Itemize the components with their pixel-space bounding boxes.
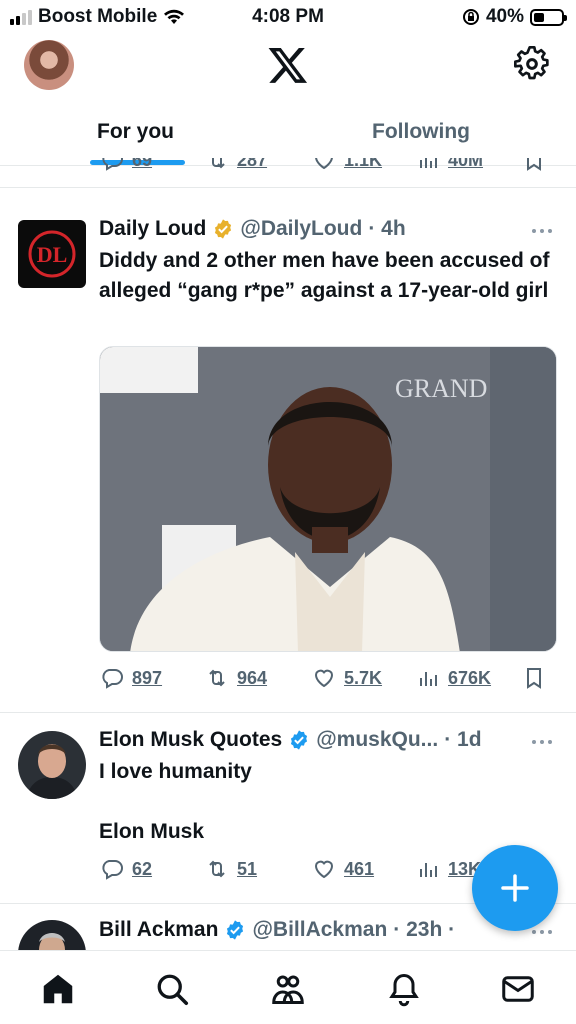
tweet-text-line-2: Elon Musk xyxy=(99,820,205,843)
reply-count: 62 xyxy=(132,858,153,879)
author-name[interactable]: Elon Musk Quotes xyxy=(99,728,282,752)
battery-group: 40% xyxy=(462,6,567,28)
repost-count: 964 xyxy=(237,667,268,688)
elon-quotes-avatar[interactable] xyxy=(18,731,86,799)
author-handle[interactable]: @BillAckman xyxy=(252,918,387,942)
repost-icon xyxy=(209,860,225,878)
repost-icon xyxy=(212,158,225,169)
views-action[interactable]: 13K xyxy=(416,857,481,881)
daily-loud-avatar[interactable]: DL xyxy=(18,220,86,288)
tweet-image[interactable]: GRAND xyxy=(99,346,557,652)
views-icon xyxy=(420,863,437,877)
reply-icon xyxy=(102,669,123,689)
search-icon[interactable] xyxy=(154,971,190,1007)
repost-action[interactable]: 964 xyxy=(205,666,267,690)
previous-tweet-actions: 69 287 1.1K 40M xyxy=(0,158,576,188)
like-action[interactable]: 1.1K xyxy=(312,158,382,172)
gold-verified-icon xyxy=(215,219,232,239)
gear-icon[interactable] xyxy=(512,44,552,84)
status-bar: Boost Mobile 4:08 PM 40% xyxy=(0,0,576,34)
tweet-time: · 1d xyxy=(444,728,482,751)
tweet-actions: 897 964 5.7K 676K xyxy=(0,666,576,698)
like-count: 461 xyxy=(344,858,375,879)
reply-icon xyxy=(102,158,123,171)
tab-following[interactable]: Following xyxy=(372,120,470,144)
views-icon xyxy=(420,672,437,686)
profile-avatar[interactable] xyxy=(24,40,74,90)
reply-action[interactable]: 897 xyxy=(100,666,162,690)
reply-action[interactable]: 62 xyxy=(100,857,152,881)
like-count: 5.7K xyxy=(344,667,383,688)
more-icon[interactable] xyxy=(530,227,554,235)
reply-count: 897 xyxy=(132,667,163,688)
tab-for-you[interactable]: For you xyxy=(97,120,174,144)
tweet-header: Elon Musk Quotes @muskQu... · 1d xyxy=(99,728,482,752)
like-action[interactable]: 5.7K xyxy=(312,666,382,690)
tweet-time: · 23h · xyxy=(393,918,456,941)
tweet-time: · 4h xyxy=(368,217,406,240)
tweet-text-line-1: I love humanity xyxy=(99,760,252,783)
repost-count: 287 xyxy=(237,158,268,170)
notifications-icon[interactable] xyxy=(386,971,422,1007)
more-icon[interactable] xyxy=(530,928,554,936)
repost-action[interactable]: 287 xyxy=(205,158,267,172)
bookmark-icon xyxy=(527,158,541,171)
bookmark-action[interactable] xyxy=(522,158,546,172)
author-handle[interactable]: @DailyLoud xyxy=(240,217,362,241)
view-count: 40M xyxy=(448,158,484,170)
more-icon[interactable] xyxy=(530,738,554,746)
blue-verified-icon xyxy=(291,730,308,750)
x-logo-icon[interactable] xyxy=(266,44,310,86)
author-name[interactable]: Daily Loud xyxy=(99,217,206,241)
messages-icon[interactable] xyxy=(500,971,536,1007)
views-action[interactable]: 676K xyxy=(416,666,491,690)
heart-icon xyxy=(315,158,333,170)
blue-verified-icon xyxy=(227,920,244,940)
plus-icon xyxy=(501,874,529,902)
communities-icon[interactable] xyxy=(270,971,306,1007)
views-icon xyxy=(420,158,437,168)
backdrop-text: GRAND xyxy=(395,374,487,403)
heart-icon xyxy=(314,669,334,688)
tweet-header: Daily Loud @DailyLoud · 4h xyxy=(99,217,406,241)
tweet-header: Bill Ackman @BillAckman · 23h · xyxy=(99,918,455,942)
repost-action[interactable]: 51 xyxy=(205,857,257,881)
tweet-text: Diddy and 2 other men have been accused … xyxy=(99,249,550,302)
like-count: 1.1K xyxy=(344,158,383,170)
reply-action[interactable]: 69 xyxy=(100,158,152,172)
tweet-divider xyxy=(0,712,576,713)
like-action[interactable]: 461 xyxy=(312,857,374,881)
bookmark-action[interactable] xyxy=(522,666,546,690)
heart-icon xyxy=(314,860,334,879)
orientation-lock-icon xyxy=(462,9,479,25)
battery-percent: 40% xyxy=(485,6,524,27)
home-icon[interactable] xyxy=(40,971,76,1007)
reply-count: 69 xyxy=(132,158,153,170)
author-handle[interactable]: @muskQu... xyxy=(316,728,438,752)
repost-count: 51 xyxy=(237,858,258,879)
photo-placeholder: GRAND xyxy=(100,347,556,651)
views-action[interactable]: 40M xyxy=(416,158,483,172)
bookmark-icon xyxy=(527,668,541,689)
repost-icon xyxy=(209,669,225,687)
svg-text:DL: DL xyxy=(37,242,68,267)
view-count: 676K xyxy=(448,667,492,688)
compose-button[interactable] xyxy=(472,845,558,931)
reply-icon xyxy=(102,860,123,880)
author-name[interactable]: Bill Ackman xyxy=(99,918,218,942)
battery-icon xyxy=(530,8,567,26)
bottom-nav xyxy=(0,950,576,1024)
